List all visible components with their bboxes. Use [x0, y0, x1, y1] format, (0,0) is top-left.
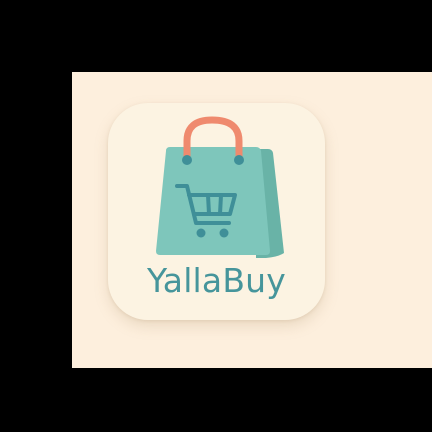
bag-front	[156, 147, 270, 255]
cart-wheel-right	[219, 228, 229, 238]
bag-grommet-left	[182, 155, 192, 165]
app-name-wordmark: YallaBuy	[146, 261, 287, 300]
app-icon[interactable]: YallaBuy	[108, 103, 325, 320]
page: YallaBuy	[0, 0, 432, 432]
cart-wheel-left	[196, 228, 206, 238]
bag-grommet-right	[234, 155, 244, 165]
